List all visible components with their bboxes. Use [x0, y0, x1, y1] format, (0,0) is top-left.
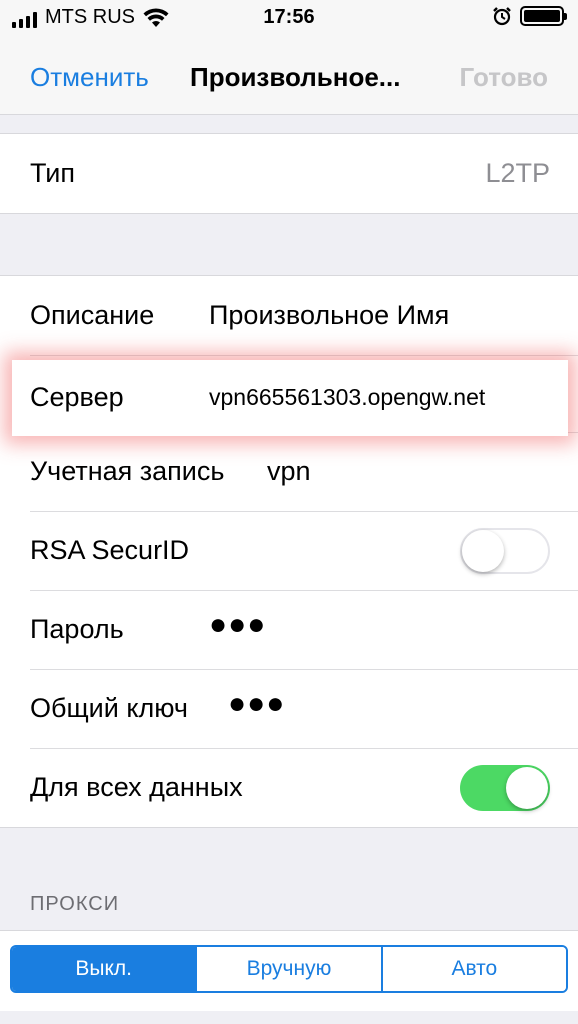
password-row[interactable]: Пароль ●●●	[0, 590, 578, 669]
vpn-settings-group: Описание Произвольное Имя Учетная запись…	[0, 275, 578, 828]
proxy-segment-group: Выкл. Вручную Авто	[0, 930, 578, 1011]
password-label: Пароль	[30, 614, 124, 644]
send-all-traffic-row: Для всех данных	[0, 748, 578, 827]
shared-key-field[interactable]: ●●●	[228, 687, 285, 721]
battery-icon	[520, 6, 567, 26]
proxy-manual-segment[interactable]: Вручную	[195, 947, 381, 991]
page-title: Произвольное...	[190, 62, 401, 92]
alarm-clock-icon	[493, 7, 511, 26]
password-field[interactable]: ●●●	[209, 608, 266, 642]
cancel-button[interactable]: Отменить	[30, 62, 149, 93]
server-label: Сервер	[30, 382, 124, 412]
toggle-knob	[462, 530, 504, 572]
type-label: Тип	[30, 158, 76, 188]
rsa-securid-toggle[interactable]	[460, 528, 550, 574]
proxy-off-segment[interactable]: Выкл.	[12, 947, 196, 991]
proxy-auto-segment[interactable]: Авто	[380, 947, 566, 991]
type-group: Тип L2TP	[0, 133, 578, 214]
account-label: Учетная запись	[30, 456, 225, 486]
shared-key-label: Общий ключ	[30, 693, 188, 723]
description-row[interactable]: Описание Произвольное Имя	[0, 276, 578, 355]
description-label: Описание	[30, 300, 155, 330]
toggle-knob	[506, 767, 548, 809]
rsa-securid-row: RSA SecurID	[0, 511, 578, 590]
account-row[interactable]: Учетная запись vpn	[0, 432, 578, 511]
description-field[interactable]: Произвольное Имя	[209, 300, 449, 331]
send-all-traffic-label: Для всех данных	[30, 772, 243, 802]
server-field[interactable]: vpn665561303.opengw.net	[209, 384, 485, 411]
proxy-section-header: ПРОКСИ	[30, 893, 120, 915]
type-row[interactable]: Тип L2TP	[0, 134, 578, 213]
status-right	[492, 6, 567, 26]
navigation-bar: Отменить Произвольное... Готово	[0, 40, 578, 115]
server-row[interactable]: Сервер vpn665561303.opengw.net	[12, 360, 568, 436]
rsa-securid-label: RSA SecurID	[30, 535, 190, 565]
account-field[interactable]: vpn	[267, 456, 311, 487]
send-all-traffic-toggle[interactable]	[460, 765, 550, 811]
type-value: L2TP	[485, 158, 550, 188]
shared-key-row[interactable]: Общий ключ ●●●	[0, 669, 578, 748]
status-bar: MTS RUS 17:56	[0, 0, 578, 40]
proxy-segmented-control: Выкл. Вручную Авто	[10, 945, 568, 993]
done-button[interactable]: Готово	[460, 62, 548, 93]
